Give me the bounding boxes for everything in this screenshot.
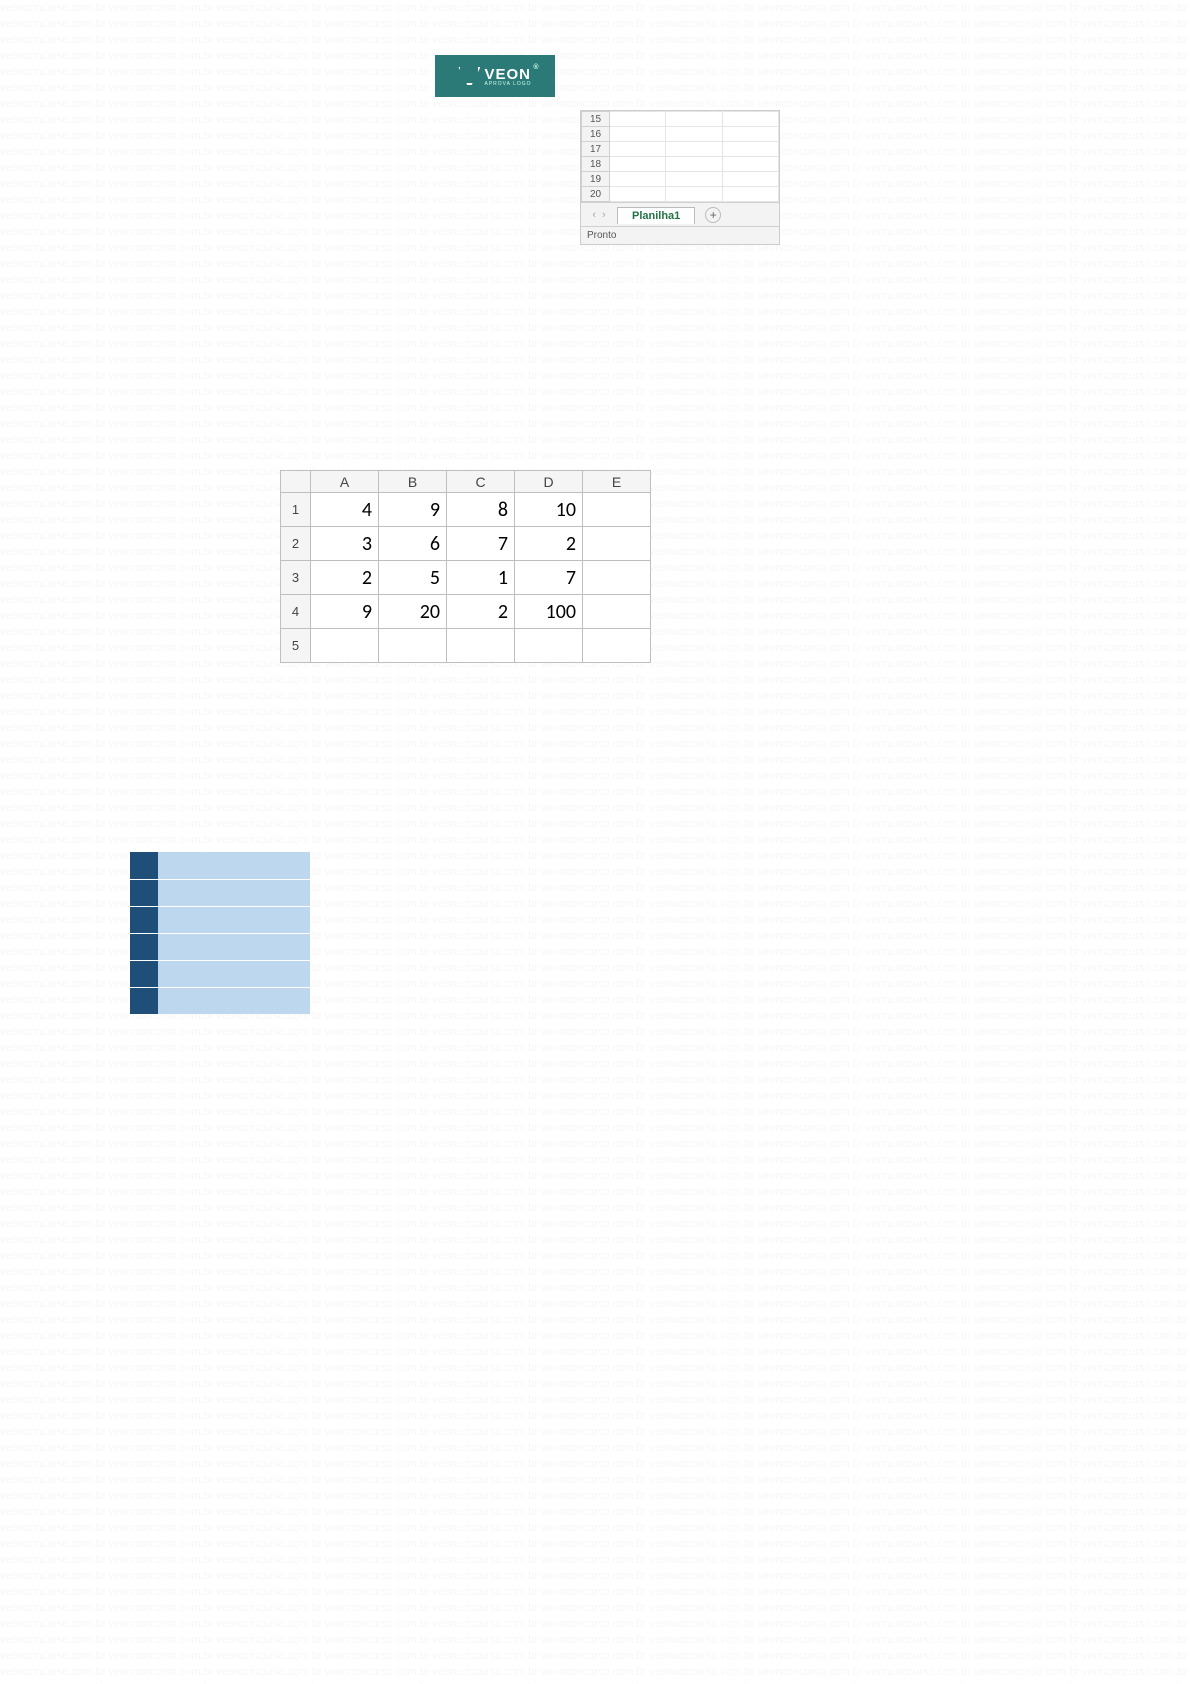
cell[interactable] [610, 157, 666, 172]
sheet-tab-active[interactable]: Planilha1 [617, 207, 695, 224]
cell[interactable]: 4 [311, 493, 379, 527]
chevron-left-icon[interactable]: ‹ [592, 209, 596, 221]
table-key-cell [130, 879, 158, 906]
row-header[interactable]: 17 [582, 142, 610, 157]
cell[interactable]: 2 [311, 561, 379, 595]
mini-grid: 151617181920 [581, 111, 779, 202]
cell[interactable] [722, 112, 778, 127]
cell[interactable] [722, 187, 778, 202]
row-header[interactable]: 4 [281, 595, 311, 629]
col-header[interactable]: B [379, 471, 447, 493]
cell[interactable] [610, 112, 666, 127]
cell[interactable] [666, 127, 722, 142]
table-key-cell [130, 933, 158, 960]
veon-logo: VEON® APROVA LOGO [435, 55, 555, 97]
cell[interactable] [583, 493, 651, 527]
cell[interactable]: 20 [379, 595, 447, 629]
row-header[interactable]: 20 [582, 187, 610, 202]
add-sheet-button[interactable]: + [705, 207, 721, 223]
plus-icon: + [710, 208, 717, 222]
row-header[interactable]: 15 [582, 112, 610, 127]
cell[interactable] [447, 629, 515, 663]
sheet-tab-area: 151617181920 ‹ › Planilha1 + Pronto [580, 110, 780, 245]
table-key-cell [130, 852, 158, 879]
col-header[interactable]: A [311, 471, 379, 493]
status-bar: Pronto [581, 226, 779, 244]
cell[interactable] [666, 142, 722, 157]
table-key-cell [130, 906, 158, 933]
cell[interactable] [722, 157, 778, 172]
row-header[interactable]: 3 [281, 561, 311, 595]
table-value-cell [158, 852, 310, 879]
cell[interactable]: 2 [515, 527, 583, 561]
cell[interactable] [583, 595, 651, 629]
cell[interactable] [515, 629, 583, 663]
cell[interactable]: 9 [311, 595, 379, 629]
row-header[interactable]: 18 [582, 157, 610, 172]
row-header[interactable]: 1 [281, 493, 311, 527]
table-key-cell [130, 960, 158, 987]
chevron-right-icon[interactable]: › [602, 209, 606, 221]
cell[interactable] [311, 629, 379, 663]
row-header[interactable]: 2 [281, 527, 311, 561]
cell[interactable]: 9 [379, 493, 447, 527]
row-header[interactable]: 16 [582, 127, 610, 142]
cell[interactable]: 7 [447, 527, 515, 561]
cell[interactable]: 6 [379, 527, 447, 561]
cell[interactable] [379, 629, 447, 663]
col-header[interactable]: E [583, 471, 651, 493]
cell[interactable] [583, 527, 651, 561]
col-header[interactable]: D [515, 471, 583, 493]
styled-table [130, 852, 310, 1014]
sheet-tab-bar: ‹ › Planilha1 + [581, 202, 779, 226]
sheet-nav[interactable]: ‹ › [581, 209, 617, 221]
table-value-cell [158, 933, 310, 960]
cell[interactable] [722, 142, 778, 157]
logo-text: VEON® APROVA LOGO [484, 66, 531, 87]
row-header[interactable]: 19 [582, 172, 610, 187]
cell[interactable] [666, 112, 722, 127]
table-key-cell [130, 987, 158, 1014]
cell[interactable] [666, 172, 722, 187]
triangle-icon [458, 67, 480, 85]
cell[interactable] [583, 561, 651, 595]
cell[interactable] [610, 142, 666, 157]
spreadsheet-grid: A B C D E 1498102367232517492021005 [280, 470, 651, 663]
cell[interactable]: 100 [515, 595, 583, 629]
cell[interactable] [666, 157, 722, 172]
cell[interactable] [610, 172, 666, 187]
cell[interactable] [666, 187, 722, 202]
cell[interactable]: 3 [311, 527, 379, 561]
table-value-cell [158, 906, 310, 933]
cell[interactable] [610, 187, 666, 202]
cell[interactable] [722, 127, 778, 142]
cell[interactable]: 10 [515, 493, 583, 527]
cell[interactable] [722, 172, 778, 187]
cell[interactable]: 5 [379, 561, 447, 595]
table-value-cell [158, 879, 310, 906]
cell[interactable] [610, 127, 666, 142]
table-value-cell [158, 987, 310, 1014]
cell[interactable]: 8 [447, 493, 515, 527]
select-all-corner[interactable] [281, 471, 311, 493]
table-value-cell [158, 960, 310, 987]
col-header[interactable]: C [447, 471, 515, 493]
cell[interactable]: 1 [447, 561, 515, 595]
row-header[interactable]: 5 [281, 629, 311, 663]
cell[interactable]: 7 [515, 561, 583, 595]
cell[interactable]: 2 [447, 595, 515, 629]
cell[interactable] [583, 629, 651, 663]
